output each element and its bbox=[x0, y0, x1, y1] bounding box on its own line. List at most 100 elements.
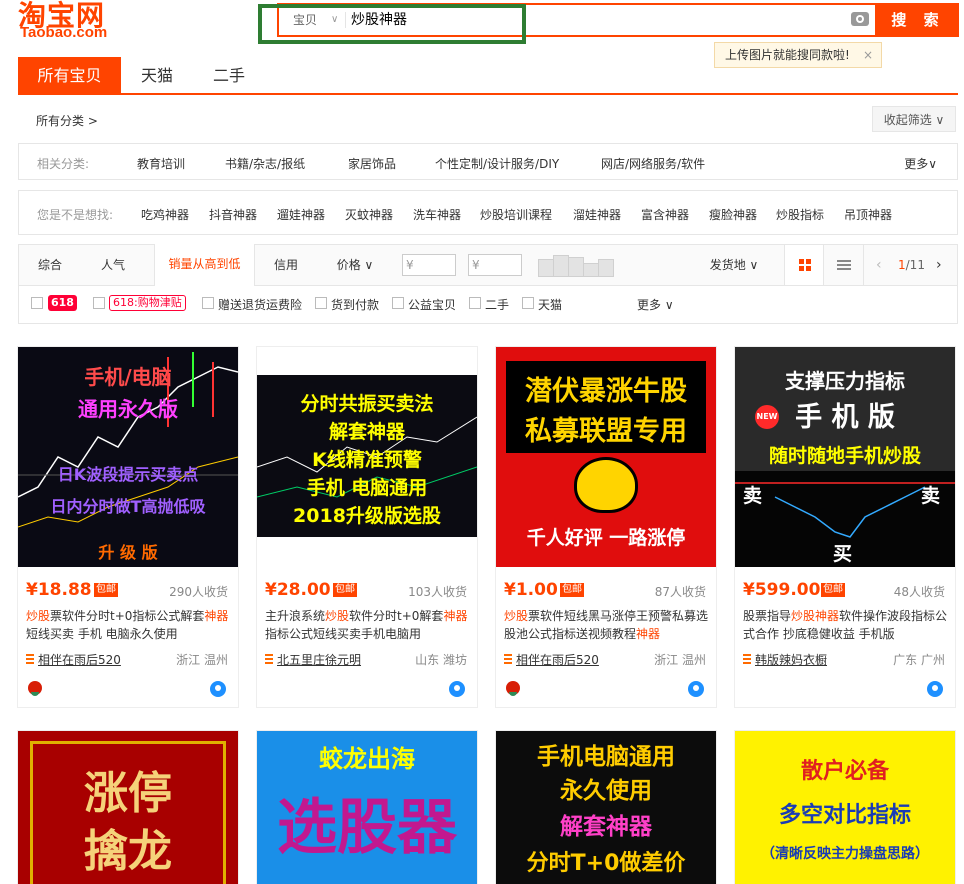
filter-label[interactable]: 公益宝贝 bbox=[408, 296, 456, 313]
bull-icon bbox=[574, 457, 638, 513]
breadcrumb[interactable]: 所有分类 > bbox=[36, 112, 98, 129]
product-card[interactable]: 蛟龙出海 选股器 bbox=[256, 730, 478, 884]
product-image[interactable]: 手机/电脑 通用永久版 日K波段提示买卖点 日内分时做T高抛低吸 升 级 版 bbox=[18, 347, 238, 567]
checkbox-618[interactable] bbox=[31, 297, 43, 309]
related-item[interactable]: 教育培训 bbox=[137, 155, 185, 172]
related-item[interactable]: 家居饰品 bbox=[348, 155, 396, 172]
checkbox-charity[interactable] bbox=[392, 297, 404, 309]
ship-from-dropdown[interactable]: 发货地 ∨ bbox=[699, 245, 769, 285]
rose-icon bbox=[506, 681, 520, 696]
filter-label[interactable]: 赠送退货运费险 bbox=[218, 296, 302, 313]
product-image[interactable]: 手机电脑通用 永久使用 解套神器 分时T+0做差价 bbox=[496, 731, 716, 884]
suggest-item[interactable]: 瘦脸神器 bbox=[709, 206, 757, 223]
related-more-button[interactable]: 更多∨ bbox=[904, 155, 937, 172]
taobao-logo[interactable]: 淘宝网 Taobao.com bbox=[18, 0, 128, 44]
suggest-item[interactable]: 洗车神器 bbox=[413, 206, 461, 223]
checkbox-cod[interactable] bbox=[315, 297, 327, 309]
product-image[interactable]: 分时共振买卖法 解套神器 K线精准预警 手机 电脑通用 2018升级版选股 bbox=[257, 347, 477, 567]
related-item[interactable]: 个性定制/设计服务/DIY bbox=[435, 155, 559, 172]
image-caption: 多空对比指标 bbox=[778, 803, 911, 828]
next-page-button[interactable]: › bbox=[936, 245, 942, 285]
list-view-button[interactable] bbox=[824, 245, 864, 285]
tab-all[interactable]: 所有宝贝 bbox=[18, 57, 121, 93]
price-min-input[interactable]: ¥ bbox=[402, 254, 456, 276]
filter-label[interactable]: 天猫 bbox=[538, 296, 562, 313]
price-histogram[interactable] bbox=[538, 255, 614, 277]
product-title[interactable]: 主升浪系统炒股软件分时t+0解套神器指标公式短线买卖手机电脑用 bbox=[265, 607, 471, 643]
wangwang-chat-icon[interactable] bbox=[449, 681, 465, 697]
checkbox-return-insurance[interactable] bbox=[202, 297, 214, 309]
product-image[interactable]: 涨停 擒龙 bbox=[18, 731, 238, 884]
sort-popularity[interactable]: 人气 bbox=[81, 245, 145, 285]
related-item[interactable]: 网店/网络服务/软件 bbox=[601, 155, 705, 172]
free-shipping-badge: 包邮 bbox=[333, 583, 357, 597]
suggest-item[interactable]: 炒股培训课程 bbox=[480, 206, 552, 223]
shop-icon bbox=[265, 654, 273, 664]
filter-label[interactable]: 货到付款 bbox=[331, 296, 379, 313]
checkbox-tmall[interactable] bbox=[522, 297, 534, 309]
suggest-item[interactable]: 遛娃神器 bbox=[277, 206, 325, 223]
sort-price[interactable]: 价格 ∨ bbox=[324, 245, 386, 285]
shop-link[interactable]: 相伴在雨后520 bbox=[504, 651, 599, 668]
suggest-item[interactable]: 吃鸡神器 bbox=[141, 206, 189, 223]
product-card[interactable]: 手机/电脑 通用永久版 日K波段提示买卖点 日内分时做T高抛低吸 升 级 版 ¥… bbox=[17, 346, 239, 708]
product-image[interactable]: 潜伏暴涨牛股 私募联盟专用 千人好评 一路涨停 bbox=[496, 347, 716, 567]
suggest-label: 您是不是想找: bbox=[37, 208, 114, 222]
product-title[interactable]: 股票指导炒股神器软件操作波段指标公式合作 抄底稳健收益 手机版 bbox=[743, 607, 949, 643]
prev-page-button[interactable]: ‹ bbox=[876, 245, 882, 285]
product-card[interactable]: 手机电脑通用 永久使用 解套神器 分时T+0做差价 bbox=[495, 730, 717, 884]
price-max-input[interactable]: ¥ bbox=[468, 254, 522, 276]
product-card[interactable]: 涨停 擒龙 bbox=[17, 730, 239, 884]
wangwang-chat-icon[interactable] bbox=[927, 681, 943, 697]
wangwang-chat-icon[interactable] bbox=[210, 681, 226, 697]
search-input[interactable] bbox=[351, 5, 831, 35]
product-image[interactable]: 蛟龙出海 选股器 bbox=[257, 731, 477, 884]
price: ¥28.00 bbox=[265, 580, 331, 600]
product-title[interactable]: 炒股票软件短线黑马涨停王预警私募选股池公式指标送视频教程神器 bbox=[504, 607, 710, 643]
checkbox-secondhand[interactable] bbox=[469, 297, 481, 309]
shop-link[interactable]: 相伴在雨后520 bbox=[26, 651, 121, 668]
image-caption: 支撑压力指标 bbox=[785, 369, 905, 393]
product-card[interactable]: NEW 支撑压力指标 手 机 版 随时随地手机炒股 卖 卖 买 ¥599.00 … bbox=[734, 346, 956, 708]
grid-view-button[interactable] bbox=[784, 245, 824, 285]
histo-bar bbox=[538, 259, 554, 277]
sort-default[interactable]: 综合 bbox=[19, 245, 81, 285]
image-caption: 日内分时做T高抛低吸 bbox=[50, 497, 206, 516]
image-caption: 手 机 版 bbox=[795, 402, 895, 433]
product-image[interactable]: 散户必备 多空对比指标 （清晰反映主力操盘思路） bbox=[735, 731, 955, 884]
image-caption: 解套神器 bbox=[560, 814, 652, 840]
collapse-filter-button[interactable]: 收起筛选 ∨ bbox=[872, 106, 956, 132]
breadcrumb-row: 所有分类 > 收起筛选 ∨ bbox=[18, 104, 958, 136]
search-button[interactable]: 搜 索 bbox=[877, 3, 959, 37]
suggest-item[interactable]: 富含神器 bbox=[641, 206, 689, 223]
related-item[interactable]: 书籍/杂志/报纸 bbox=[225, 155, 305, 172]
product-card[interactable]: 散户必备 多空对比指标 （清晰反映主力操盘思路） bbox=[734, 730, 956, 884]
histo-bar bbox=[553, 255, 569, 277]
checkbox-618-allowance[interactable] bbox=[93, 297, 105, 309]
wangwang-chat-icon[interactable] bbox=[688, 681, 704, 697]
product-title[interactable]: 炒股票软件分时t+0指标公式解套神器短线买卖 手机 电脑永久使用 bbox=[26, 607, 232, 643]
price: ¥18.88 bbox=[26, 580, 92, 600]
filter-label[interactable]: 二手 bbox=[485, 296, 509, 313]
camera-icon[interactable] bbox=[851, 12, 869, 26]
shop-link[interactable]: 韩版辣妈衣橱 bbox=[743, 651, 827, 668]
list-icon bbox=[837, 260, 851, 270]
sort-sales[interactable]: 销量从高到低 bbox=[154, 244, 255, 286]
product-card[interactable]: 潜伏暴涨牛股 私募联盟专用 千人好评 一路涨停 ¥1.00 包邮 87人收货 炒… bbox=[495, 346, 717, 708]
product-card[interactable]: 分时共振买卖法 解套神器 K线精准预警 手机 电脑通用 2018升级版选股 ¥2… bbox=[256, 346, 478, 708]
sort-credit[interactable]: 信用 bbox=[255, 245, 317, 285]
product-image[interactable]: NEW 支撑压力指标 手 机 版 随时随地手机炒股 卖 卖 买 bbox=[735, 347, 955, 567]
suggest-item[interactable]: 灭蚊神器 bbox=[345, 206, 393, 223]
shop-link[interactable]: 北五里庄徐元明 bbox=[265, 651, 361, 668]
tab-secondhand[interactable]: 二手 bbox=[193, 57, 265, 93]
search-type-dropdown[interactable]: 宝贝 ∨ bbox=[279, 5, 345, 35]
badge-618: 618 bbox=[48, 295, 77, 311]
suggest-item[interactable]: 吊顶神器 bbox=[844, 206, 892, 223]
suggest-item[interactable]: 炒股指标 bbox=[776, 206, 824, 223]
filter-more-button[interactable]: 更多 ∨ bbox=[637, 296, 674, 313]
tab-tmall[interactable]: 天猫 bbox=[121, 57, 193, 93]
image-caption: 2018升级版选股 bbox=[293, 505, 441, 527]
sold-count: 103人收货 bbox=[408, 585, 467, 599]
suggest-item[interactable]: 抖音神器 bbox=[209, 206, 257, 223]
suggest-item[interactable]: 溜娃神器 bbox=[573, 206, 621, 223]
